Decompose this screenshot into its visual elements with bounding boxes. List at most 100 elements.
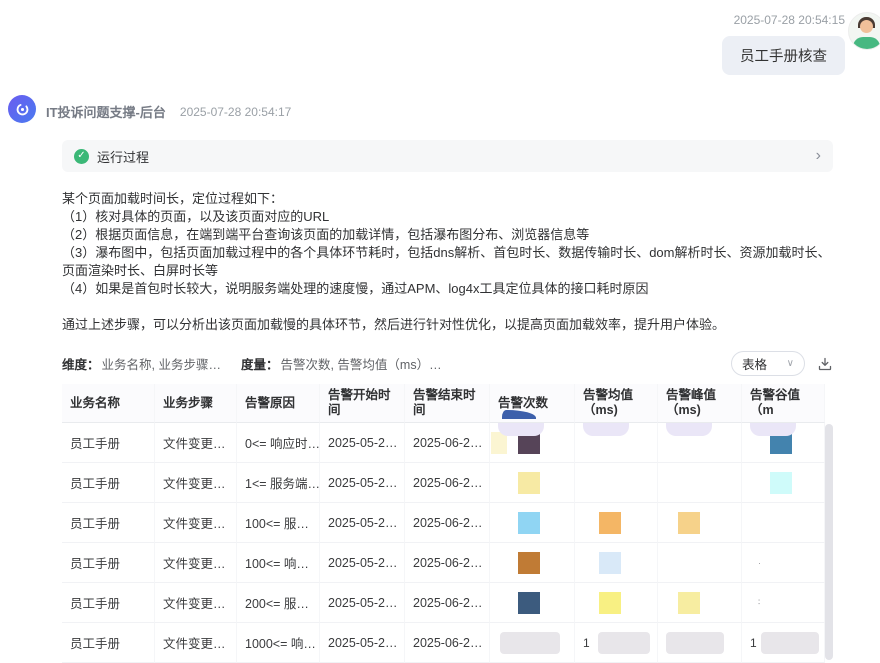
cell-alarm-count (490, 583, 575, 623)
cell-step: 文件变更… (155, 503, 237, 543)
cell-reason: 100<= 响… (237, 543, 320, 583)
cell-alarm-mean (575, 583, 658, 623)
col-header-alarm-valley[interactable]: 告警谷值（m (742, 384, 825, 423)
bot-name: IT投诉问题支撑-后台 (46, 102, 166, 121)
bot-message-timestamp: 2025-07-28 20:54:17 (180, 105, 291, 119)
count-mark (518, 512, 540, 534)
chevron-down-icon: ∨ (787, 359, 794, 369)
loading-skeleton (761, 632, 819, 654)
peak-mark (678, 512, 700, 534)
download-icon (817, 356, 833, 372)
cell-start-time: 2025-05-2… (320, 543, 405, 583)
count-mark (518, 552, 540, 574)
cell-end-time: 2025-06-2… (405, 463, 490, 503)
valley-mark (773, 592, 795, 614)
cell-alarm-peak (658, 463, 742, 503)
cell-business-name: 员工手册 (62, 583, 155, 623)
cell-alarm-mean (575, 543, 658, 583)
col-header-end-time[interactable]: 告警结束时间 (405, 384, 490, 423)
view-type-select[interactable]: 表格 ∨ (731, 351, 805, 376)
mean-mark (599, 472, 621, 494)
valley-note: ∶ (758, 597, 761, 608)
cell-start-time: 2025-05-2… (320, 583, 405, 623)
table-row[interactable]: 员工手册 文件变更… 0<= 响应时… 2025-05-2… 2025-06-2… (62, 423, 833, 463)
chevron-right-icon: › (816, 148, 821, 164)
valley-mark (774, 552, 796, 574)
valley-value: 1 (750, 636, 757, 650)
table-row[interactable]: 员工手册 文件变更… 1<= 服务端… 2025-05-2… 2025-06-2… (62, 463, 833, 503)
loading-skeleton (666, 632, 724, 654)
cell-end-time: 2025-06-2… (405, 503, 490, 543)
cell-alarm-mean (575, 423, 658, 463)
table-header-row: 业务名称 业务步骤 告警原因 告警开始时间 告警结束时间 告警次数 告警均值（m… (62, 384, 833, 423)
cell-alarm-mean: 1 (575, 623, 658, 663)
bot-message-body: ✓ 运行过程 › 某个页面加载时间长，定位过程如下： （1）核对具体的页面，以及… (62, 140, 833, 663)
col-header-start-time[interactable]: 告警开始时间 (320, 384, 405, 423)
cell-alarm-peak (658, 583, 742, 623)
loading-skeleton (500, 632, 560, 654)
cell-reason: 1<= 服务端… (237, 463, 320, 503)
mean-value: 1 (583, 636, 590, 650)
table-scrollbar[interactable] (825, 424, 833, 660)
table-row[interactable]: 员工手册 文件变更… 100<= 响… 2025-05-2… 2025-06-2… (62, 543, 833, 583)
success-check-icon: ✓ (74, 149, 89, 164)
cell-alarm-count (490, 503, 575, 543)
cell-alarm-peak (658, 623, 742, 663)
cell-business-name: 员工手册 (62, 503, 155, 543)
valley-mark (770, 472, 792, 494)
download-button[interactable] (817, 356, 833, 372)
cell-alarm-valley (742, 463, 825, 503)
col-header-business-name[interactable]: 业务名称 (62, 384, 155, 423)
cell-alarm-valley: ∶ (742, 583, 825, 623)
col-header-alarm-count[interactable]: 告警次数 (490, 384, 575, 423)
peak-mark (678, 552, 700, 574)
render-artifact (583, 423, 629, 436)
col-header-step[interactable]: 业务步骤 (155, 384, 237, 423)
cell-reason: 1000<= 响… (237, 623, 320, 663)
cell-business-name: 员工手册 (62, 623, 155, 663)
cell-alarm-valley (742, 503, 825, 543)
table-row[interactable]: 员工手册 文件变更… 1000<= 响… 2025-05-2… 2025-06-… (62, 623, 833, 663)
cell-step: 文件变更… (155, 583, 237, 623)
avatar-shirt (853, 37, 880, 49)
col-header-alarm-peak[interactable]: 告警峰值（ms) (658, 384, 742, 423)
process-label: 运行过程 (97, 147, 149, 166)
cell-alarm-valley: · (742, 543, 825, 583)
paragraph: 通过上述步骤，可以分析出该页面加载慢的具体环节，然后进行针对性优化，以提高页面加… (62, 316, 833, 334)
cell-end-time: 2025-06-2… (405, 543, 490, 583)
mean-mark (599, 592, 621, 614)
cell-reason: 0<= 响应时… (237, 423, 320, 463)
paragraph: （1）核对具体的页面，以及该页面对应的URL (62, 208, 833, 226)
cell-reason: 100<= 服… (237, 503, 320, 543)
col-header-alarm-mean[interactable]: 告警均值（ms) (575, 384, 658, 423)
view-type-value: 表格 (742, 354, 767, 373)
avatar-face (860, 20, 873, 33)
user-avatar[interactable] (848, 12, 880, 50)
chat-page: 2025-07-28 20:54:15 员工手册核查 IT投诉问题支撑-后台 2… (0, 0, 880, 642)
paragraph: 某个页面加载时间长，定位过程如下： (62, 190, 833, 208)
cell-step: 文件变更… (155, 423, 237, 463)
cell-alarm-mean (575, 503, 658, 543)
valley-mark (770, 512, 792, 534)
render-artifact (498, 423, 544, 436)
col-header-reason[interactable]: 告警原因 (237, 384, 320, 423)
paragraph: （4）如果是首包时长较大，说明服务端处理的速度慢，通过APM、log4x工具定位… (62, 280, 833, 298)
cell-alarm-peak (658, 543, 742, 583)
header-wave-decoration (502, 410, 536, 419)
user-message-timestamp: 2025-07-28 20:54:15 (734, 13, 845, 27)
valley-note: · (758, 558, 762, 568)
cell-step: 文件变更… (155, 623, 237, 663)
cell-business-name: 员工手册 (62, 423, 155, 463)
peak-mark (678, 592, 700, 614)
bot-avatar (8, 95, 36, 123)
alarm-table: 业务名称 业务步骤 告警原因 告警开始时间 告警结束时间 告警次数 告警均值（m… (62, 384, 833, 663)
render-artifact (666, 423, 712, 436)
table-row[interactable]: 员工手册 文件变更… 100<= 服… 2025-05-2… 2025-06-2… (62, 503, 833, 543)
process-accordion[interactable]: ✓ 运行过程 › (62, 140, 833, 172)
cell-alarm-peak (658, 423, 742, 463)
table-row[interactable]: 员工手册 文件变更… 200<= 服… 2025-05-2… 2025-06-2… (62, 583, 833, 623)
cell-alarm-mean (575, 463, 658, 503)
cell-alarm-count (490, 423, 575, 463)
cell-start-time: 2025-05-2… (320, 503, 405, 543)
cell-business-name: 员工手册 (62, 543, 155, 583)
